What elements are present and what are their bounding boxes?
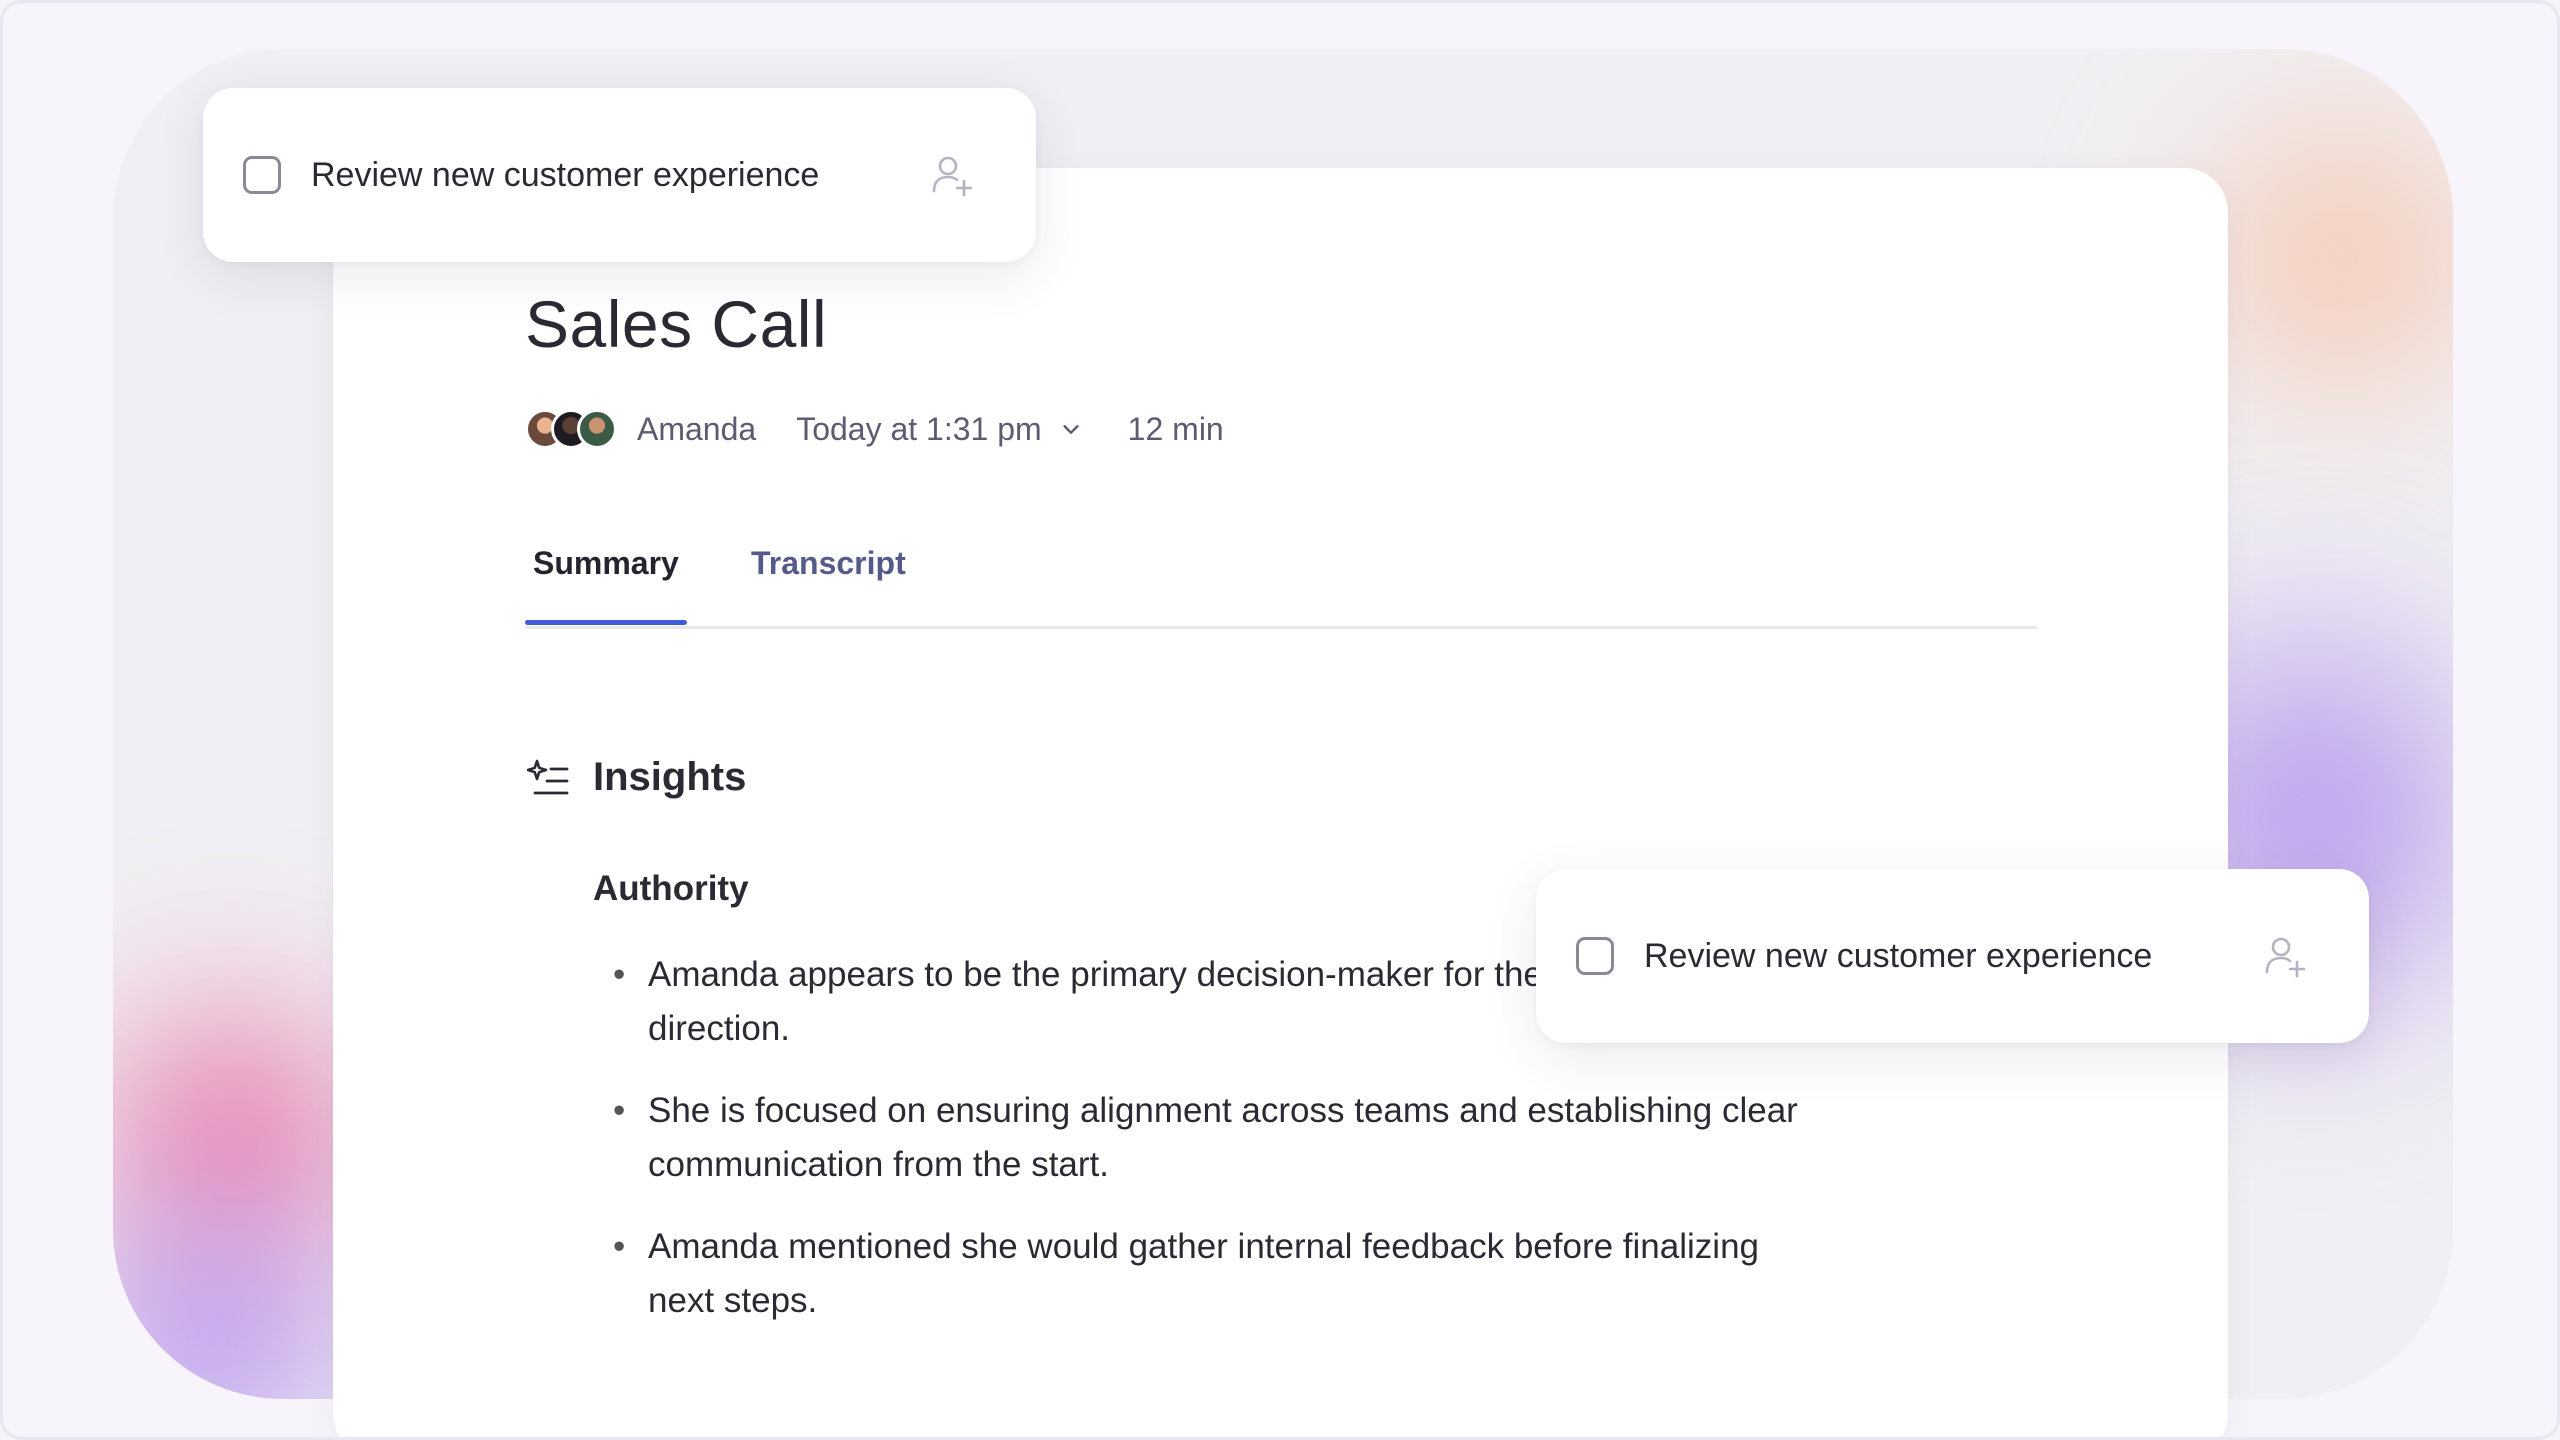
list-item: • Amanda mentioned she would gather inte… (603, 1220, 1833, 1328)
duration-label: 12 min (1127, 410, 1224, 447)
section-title: Authority (593, 869, 749, 908)
meeting-meta: Amanda Today at 1:31 pm 12 min (525, 403, 1224, 455)
bullet-dot: • (613, 1227, 626, 1266)
bullet-dot: • (613, 955, 626, 994)
tab-bar: Summary Transcript (525, 533, 2037, 629)
host-name: Amanda (637, 410, 757, 447)
assign-user-icon[interactable] (2261, 932, 2309, 980)
insights-header: Insights (527, 755, 746, 800)
app-frame: Sales Call Amanda Today at 1:31 pm 12 mi… (0, 0, 2560, 1440)
bullet-dot: • (613, 1091, 626, 1130)
participant-avatars[interactable] (525, 409, 617, 449)
page-title: Sales Call (525, 287, 828, 361)
tab-summary[interactable]: Summary (533, 545, 679, 582)
task-card: Review new customer experience (203, 88, 1036, 262)
task-label: Review new customer experience (1644, 936, 2153, 975)
list-item-text: Amanda mentioned she would gather intern… (648, 1227, 1759, 1320)
assign-user-icon[interactable] (928, 151, 976, 199)
date-time-label: Today at 1:31 pm (796, 410, 1042, 447)
task-checkbox[interactable] (1576, 937, 1614, 975)
task-checkbox[interactable] (243, 156, 281, 194)
chevron-down-icon (1063, 425, 1079, 434)
avatar (577, 409, 617, 449)
date-dropdown[interactable]: Today at 1:31 pm (796, 411, 1081, 448)
sparkle-list-icon (527, 759, 569, 794)
insights-title: Insights (593, 755, 747, 799)
active-tab-indicator (525, 620, 687, 625)
task-card: Review new customer experience (1536, 869, 2369, 1043)
tab-transcript[interactable]: Transcript (751, 545, 906, 582)
list-item: • She is focused on ensuring alignment a… (603, 1084, 1833, 1192)
task-label: Review new customer experience (311, 155, 820, 194)
list-item-text: She is focused on ensuring alignment acr… (648, 1091, 1798, 1184)
